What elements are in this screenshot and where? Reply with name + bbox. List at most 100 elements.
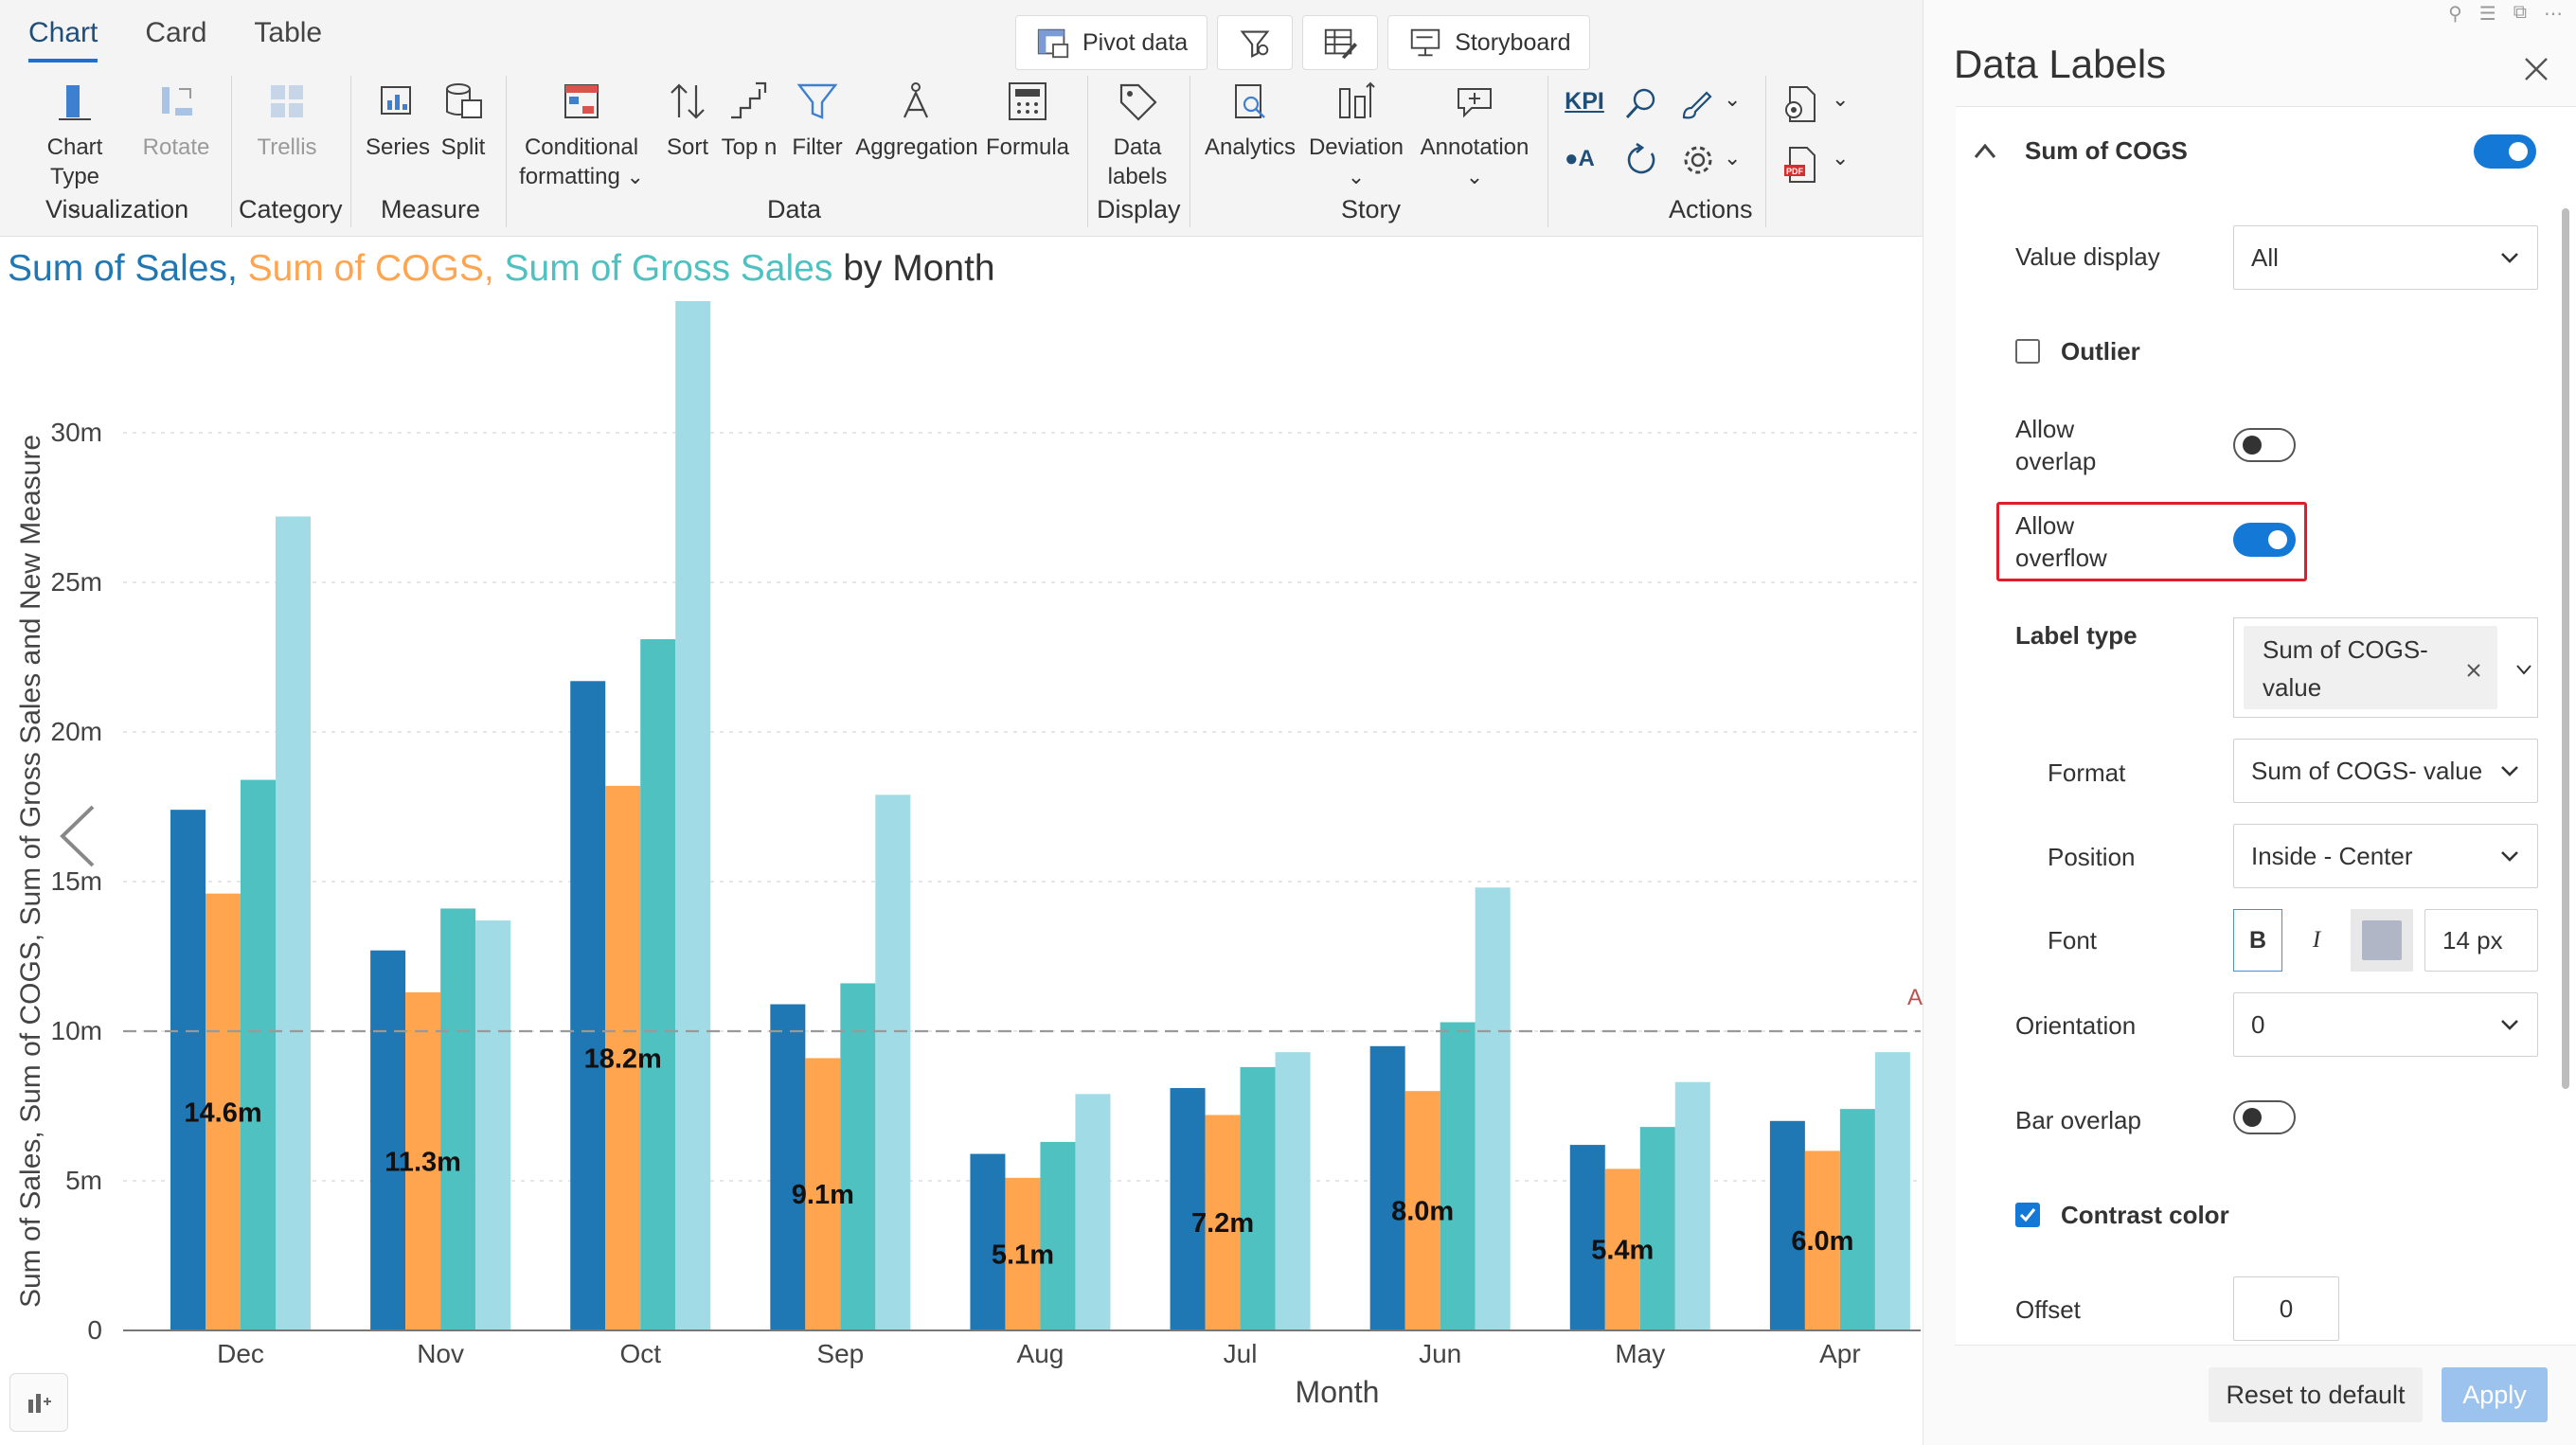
italic-button[interactable]: I: [2292, 909, 2341, 972]
x-tick-label: Jun: [1419, 1339, 1461, 1368]
toggle-knob: [2243, 1108, 2262, 1127]
x-axis-title: Month: [1296, 1375, 1380, 1409]
data-label: 6.0m: [1791, 1226, 1853, 1257]
data-label: 14.6m: [184, 1097, 261, 1128]
chart-type-label: Chart Type: [46, 134, 103, 189]
refresh-icon[interactable]: [1623, 142, 1659, 178]
toggle-knob: [2243, 436, 2262, 455]
export-settings-icon[interactable]: [1780, 83, 1822, 125]
kpi-button[interactable]: KPI: [1561, 87, 1608, 116]
popout-icon[interactable]: ⧉: [2513, 2, 2527, 26]
pdf-icon[interactable]: PDF: [1780, 144, 1822, 186]
tab-chart[interactable]: Chart: [28, 17, 98, 62]
title-by-month: by Month: [843, 248, 995, 289]
allow-overflow-toggle[interactable]: [2233, 523, 2296, 557]
bar-overlap-toggle[interactable]: [2233, 1100, 2296, 1134]
bar: [170, 810, 206, 1330]
chevron-down-icon[interactable]: ⌄: [1832, 87, 1849, 112]
group-visualization: Visualization: [45, 195, 189, 223]
position-select[interactable]: Inside - Center: [2233, 824, 2538, 888]
brush-icon[interactable]: [1678, 85, 1716, 123]
conditional-formatting-button[interactable]: Conditional formatting ⌄: [517, 80, 646, 191]
more-icon[interactable]: ⋯: [2544, 2, 2563, 26]
remove-chip-icon[interactable]: [2465, 662, 2482, 679]
aggregation-button[interactable]: Aggregation: [852, 80, 981, 162]
top-n-button[interactable]: Top n: [716, 80, 782, 162]
data-labels-button[interactable]: Data labels: [1095, 80, 1180, 191]
chevron-down-icon: ⌄: [1465, 165, 1484, 188]
bold-button[interactable]: B: [2233, 909, 2282, 972]
data-label: 18.2m: [584, 1044, 662, 1074]
chart-settings-button[interactable]: [9, 1373, 68, 1432]
panel-title: Data Labels: [1954, 42, 2167, 86]
label-type-label: Label type: [2015, 621, 2138, 650]
filter-button[interactable]: Filter: [786, 80, 849, 162]
chevron-down-icon[interactable]: ⌄: [1724, 146, 1741, 170]
close-icon[interactable]: [2522, 55, 2550, 83]
outlier-checkbox[interactable]: [2015, 339, 2040, 364]
tab-card[interactable]: Card: [145, 17, 206, 62]
search-icon[interactable]: [1621, 85, 1659, 123]
filter-lines-icon[interactable]: ☰: [2479, 2, 2496, 26]
tab-table[interactable]: Table: [254, 17, 322, 62]
offset-input[interactable]: 0: [2233, 1276, 2339, 1341]
section-toggle[interactable]: [2474, 134, 2536, 169]
reset-button[interactable]: Reset to default: [2209, 1367, 2423, 1422]
format-value: Sum of COGS- value: [2251, 756, 2483, 785]
y-tick-label: 30m: [51, 418, 102, 447]
gear-icon[interactable]: [1680, 142, 1716, 178]
allow-overflow-label-2: overflow: [2015, 544, 2107, 572]
pin-icon[interactable]: ⚲: [2448, 2, 2462, 26]
chevron-down-icon: [2501, 1020, 2518, 1030]
contrast-color-checkbox[interactable]: [2015, 1203, 2040, 1227]
value-display-select[interactable]: All: [2233, 225, 2538, 290]
data-labels-label-2: labels: [1107, 164, 1168, 189]
annotation-button[interactable]: Annotation ⌄: [1415, 80, 1534, 191]
x-tick-label: May: [1615, 1339, 1665, 1368]
pivot-icon: [1037, 28, 1069, 59]
data-label: 5.4m: [1591, 1236, 1654, 1266]
top-n-icon: [731, 81, 767, 119]
analytics-button[interactable]: Analytics: [1203, 80, 1297, 162]
font-color-button[interactable]: [2351, 909, 2413, 972]
font-size-input[interactable]: 14 px: [2424, 909, 2538, 972]
allow-overlap-toggle[interactable]: [2233, 428, 2296, 462]
chevron-down-icon[interactable]: ⌄: [1724, 87, 1741, 112]
deviation-label: Deviation: [1308, 134, 1404, 160]
rotate-button[interactable]: Rotate: [138, 80, 214, 162]
formula-label: Formula: [985, 134, 1070, 160]
outlier-action[interactable]: ●A: [1565, 146, 1595, 172]
split-button[interactable]: Split: [434, 80, 492, 162]
storyboard-button[interactable]: Storyboard: [1387, 15, 1591, 70]
scrollbar[interactable]: [2562, 208, 2569, 1089]
chevron-up-icon[interactable]: [1972, 138, 1998, 165]
trellis-label: Trellis: [257, 134, 317, 160]
bar: [440, 908, 476, 1330]
bar: [1639, 1127, 1675, 1330]
pivot-data-label: Pivot data: [1082, 28, 1189, 56]
sort-button[interactable]: Sort: [659, 80, 716, 162]
conditional-label-2-text: formatting: [519, 164, 620, 189]
edit-table-button[interactable]: [1302, 15, 1379, 70]
chevron-left-icon[interactable]: [55, 803, 102, 869]
orientation-select[interactable]: 0: [2233, 992, 2538, 1057]
trellis-button[interactable]: Trellis: [248, 80, 326, 162]
chevron-down-icon[interactable]: ⌄: [1832, 146, 1849, 170]
color-swatch: [2362, 920, 2402, 960]
deviation-button[interactable]: Deviation ⌄: [1307, 80, 1405, 191]
label-type-select[interactable]: Sum of COGS- value: [2233, 617, 2538, 718]
series-button[interactable]: Series: [360, 80, 436, 162]
y-tick-label: 20m: [51, 717, 102, 746]
trellis-icon: [271, 85, 303, 117]
bar: [1874, 1052, 1910, 1330]
bar: [1475, 887, 1511, 1330]
pivot-data-button[interactable]: Pivot data: [1015, 15, 1208, 70]
apply-button[interactable]: Apply: [2442, 1367, 2548, 1422]
top-actions: Pivot data Storyboard: [1015, 15, 1591, 70]
group-divider: [1547, 76, 1548, 227]
conditional-label-1: Conditional: [524, 134, 639, 160]
filter-settings-button[interactable]: [1217, 15, 1294, 70]
format-select[interactable]: Sum of COGS- value: [2233, 739, 2538, 803]
contrast-color-label: Contrast color: [2061, 1201, 2229, 1229]
formula-button[interactable]: Formula: [985, 80, 1070, 162]
